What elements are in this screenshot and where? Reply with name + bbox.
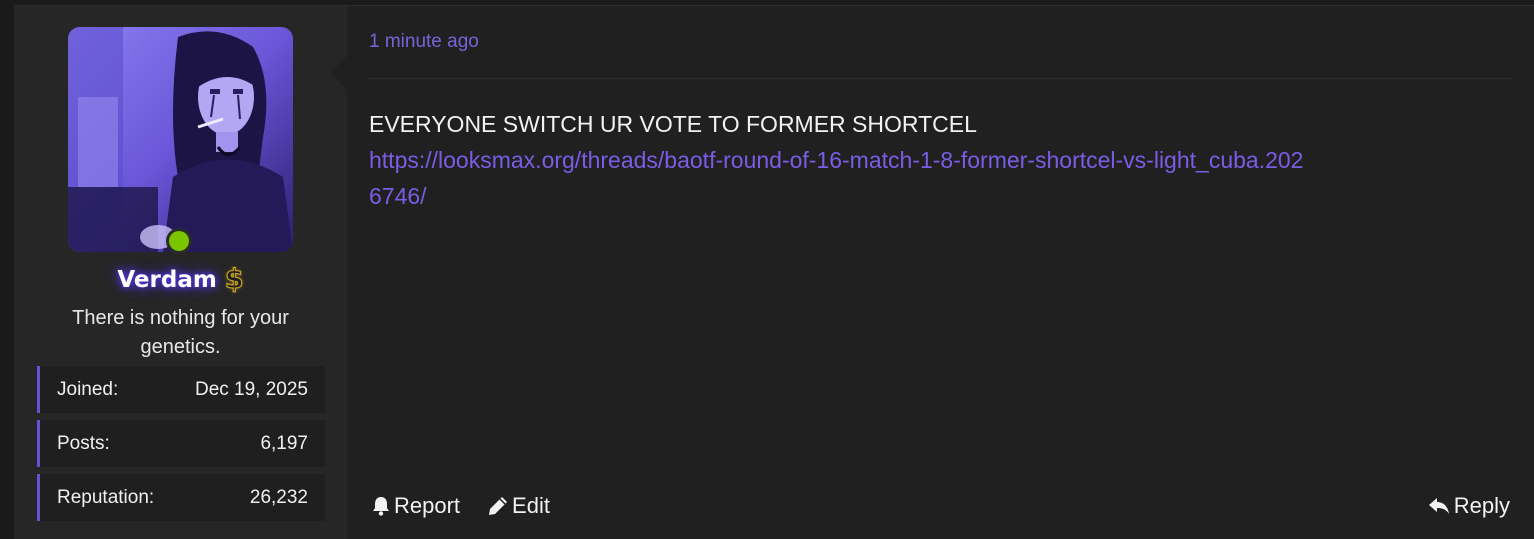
post-body: EVERYONE SWITCH UR VOTE TO FORMER SHORTC… [369,106,1369,214]
stat-label: Joined: [57,378,119,400]
reply-button[interactable]: Reply [1428,493,1510,519]
stat-value: Dec 19, 2025 [194,378,308,400]
reply-label: Reply [1453,493,1510,518]
user-column: Verdam $ There is nothing for your genet… [14,6,347,539]
stat-value: 6,197 [260,432,308,454]
stat-reputation: Reputation: 26,232 [37,474,325,521]
user-title: There is nothing for your genetics. [72,307,289,358]
reply-arrow-icon [1428,498,1449,514]
edit-button[interactable]: Edit [488,493,550,519]
reply-actions: Reply [1428,493,1510,519]
username[interactable]: Verdam [117,267,216,293]
bell-icon [373,497,389,516]
avatar[interactable] [68,27,293,252]
stat-label: Posts: [57,432,110,454]
online-dot [169,231,189,251]
message-arrow [330,56,347,90]
edit-label: Edit [512,493,550,518]
post-container: Verdam $ There is nothing for your genet… [14,5,1534,539]
report-label: Report [394,493,461,518]
stat-value: 26,232 [249,486,308,508]
pencil-icon [489,497,508,515]
dollar-sign-icon: $ [224,264,244,295]
post-link[interactable]: https://looksmax.org/threads/baotf-round… [369,142,1309,214]
stat-posts: Posts: 6,197 [37,420,325,467]
stat-joined: Joined: Dec 19, 2025 [37,366,325,413]
header-divider [367,78,1512,79]
report-button[interactable]: Report [372,493,460,519]
username-row: Verdam $ [14,264,347,295]
online-status-indicator [166,228,192,254]
post-actions: Report Edit [372,493,550,519]
post-text: EVERYONE SWITCH UR VOTE TO FORMER SHORTC… [369,111,977,137]
stat-label: Reputation: [57,486,155,508]
avatar-wrap[interactable] [68,27,293,254]
post-timestamp[interactable]: 1 minute ago [369,31,479,53]
